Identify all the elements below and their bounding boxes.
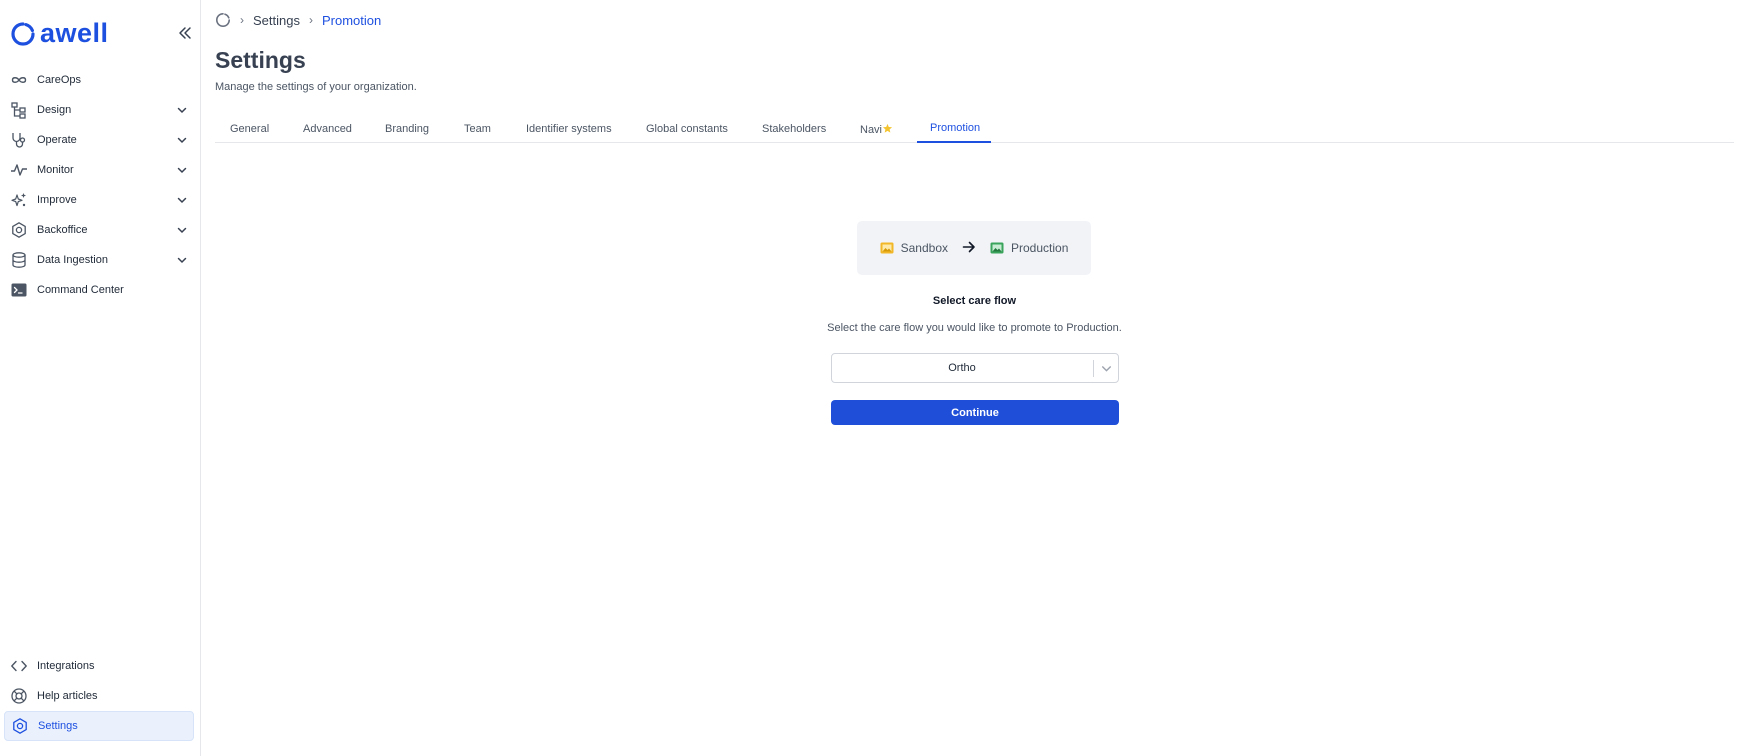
sidebar-item-settings[interactable]: Settings (4, 711, 194, 741)
code-icon (10, 657, 28, 675)
sidebar-item-label: Data Ingestion (37, 254, 108, 266)
tab-global-constants[interactable]: Global constants (646, 123, 728, 135)
page-subtitle: Manage the settings of your organization… (215, 81, 417, 93)
gear-hex-icon (10, 221, 28, 239)
sidebar-item-label: Command Center (37, 284, 124, 296)
sidebar-item-integrations[interactable]: Integrations (0, 651, 200, 681)
care-flow-select[interactable]: Ortho (831, 353, 1119, 383)
sparkles-icon (10, 191, 28, 209)
star-icon (882, 123, 893, 133)
sandbox-env-icon (880, 242, 894, 254)
database-icon (10, 251, 28, 269)
stethoscope-icon (10, 131, 28, 149)
sidebar-item-command-center[interactable]: Command Center (0, 275, 200, 305)
sidebar-item-label: Settings (38, 720, 78, 732)
sidebar-item-improve[interactable]: Improve (0, 185, 200, 215)
promotion-direction-card: Sandbox Production (857, 221, 1091, 275)
tab-navi[interactable]: Navi (860, 123, 893, 136)
sidebar-item-monitor[interactable]: Monitor (0, 155, 200, 185)
lifebuoy-icon (10, 687, 28, 705)
arrow-right-icon (962, 240, 976, 257)
settings-tabs: General Advanced Branding Team Identifie… (215, 120, 1734, 143)
continue-button[interactable]: Continue (831, 400, 1119, 425)
select-divider (1093, 360, 1094, 377)
hierarchy-icon (10, 101, 28, 119)
tab-label: Navi (860, 124, 883, 136)
tab-team[interactable]: Team (464, 123, 491, 135)
select-care-flow-title: Select care flow (932, 295, 1017, 307)
active-tab-indicator (917, 141, 991, 143)
tab-promotion[interactable]: Promotion (930, 122, 980, 134)
sidebar-item-careops[interactable]: CareOps (0, 65, 200, 95)
sidebar-item-label: Backoffice (37, 224, 88, 236)
home-logo-icon[interactable] (215, 12, 231, 28)
brand-name: awell (40, 18, 109, 48)
chevron-down-icon[interactable] (176, 164, 188, 176)
sidebar-item-label: Help articles (37, 690, 98, 702)
chevron-down-icon[interactable] (176, 134, 188, 146)
terminal-icon (10, 281, 28, 299)
sidebar-item-label: Design (37, 104, 72, 116)
tab-branding[interactable]: Branding (385, 123, 429, 135)
select-care-flow-description: Select the care flow you would like to p… (827, 322, 1122, 334)
tab-identifier-systems[interactable]: Identifier systems (526, 123, 612, 135)
production-env: Production (990, 241, 1068, 255)
sidebar-item-help-articles[interactable]: Help articles (0, 681, 200, 711)
chevron-down-icon[interactable] (176, 104, 188, 116)
sandbox-env: Sandbox (880, 241, 948, 255)
pulse-icon (10, 161, 28, 179)
awell-logo[interactable]: awell (10, 18, 109, 49)
sidebar-item-label: Improve (37, 194, 77, 206)
care-flow-select-value: Ortho (948, 362, 976, 374)
chevron-down-icon[interactable] (176, 254, 188, 266)
sidebar-item-operate[interactable]: Operate (0, 125, 200, 155)
sidebar-item-label: Operate (37, 134, 77, 146)
chevron-down-icon[interactable] (176, 224, 188, 236)
tab-general[interactable]: General (230, 123, 269, 135)
sandbox-label: Sandbox (900, 241, 948, 255)
sidebar-item-label: Integrations (37, 660, 95, 672)
awell-logo-icon (11, 21, 35, 46)
sidebar-nav: CareOps Design Operate Monitor Improve B… (0, 65, 200, 305)
tab-advanced[interactable]: Advanced (303, 123, 352, 135)
tab-stakeholders[interactable]: Stakeholders (762, 123, 826, 135)
breadcrumb: › Settings › Promotion (215, 12, 381, 28)
production-label: Production (1011, 241, 1069, 255)
infinity-icon (10, 71, 28, 89)
sidebar-item-design[interactable]: Design (0, 95, 200, 125)
breadcrumb-separator-icon: › (308, 13, 313, 27)
page-title: Settings (215, 47, 306, 73)
sidebar-item-label: CareOps (37, 74, 82, 86)
sidebar-item-label: Monitor (37, 164, 74, 176)
sidebar: awell CareOps Design Operate Monitor Imp… (0, 0, 201, 756)
breadcrumb-current: Promotion (321, 12, 382, 28)
settings-icon (11, 717, 29, 735)
chevron-down-icon[interactable] (176, 194, 188, 206)
breadcrumb-settings[interactable]: Settings (253, 13, 300, 28)
chevron-down-icon[interactable] (1100, 362, 1113, 375)
breadcrumb-separator-icon: › (240, 13, 244, 27)
collapse-sidebar-icon[interactable] (176, 24, 194, 42)
main-content: › Settings › Promotion Settings Manage t… (215, 0, 1744, 756)
sidebar-item-data-ingestion[interactable]: Data Ingestion (0, 245, 200, 275)
production-env-icon (990, 242, 1004, 254)
sidebar-bottom-nav: Integrations Help articles Settings (0, 651, 200, 741)
sidebar-item-backoffice[interactable]: Backoffice (0, 215, 200, 245)
